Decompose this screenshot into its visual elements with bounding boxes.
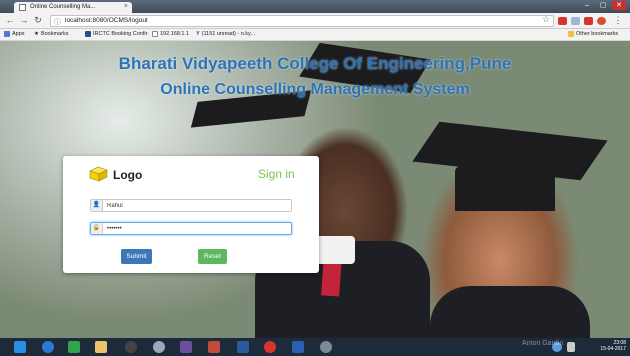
folder-icon [568, 31, 574, 37]
extension-icon[interactable] [597, 17, 606, 25]
extension-icon[interactable] [571, 17, 580, 25]
graduation-cap-image [455, 166, 555, 211]
bookmark-star-icon[interactable]: ☆ [542, 14, 550, 25]
extension-icon[interactable] [584, 17, 593, 25]
bookmark-mail[interactable]: Y (1151 unread) - n.ky... [196, 31, 255, 37]
apps-icon [4, 31, 10, 37]
word-icon[interactable] [292, 341, 304, 353]
app-icon[interactable] [237, 341, 249, 353]
page-icon [19, 4, 26, 11]
browser-tab[interactable]: Online Counselling Ma... × [14, 2, 132, 13]
bookmark-apps[interactable]: Apps [4, 31, 25, 37]
clock[interactable]: 23:08 15-04-2017 [600, 340, 626, 352]
hp-icon[interactable] [153, 341, 165, 353]
password-input[interactable] [107, 224, 287, 233]
page-icon [152, 31, 158, 37]
browser-window: Online Counselling Ma... × – ▢ ✕ ← → ↻ ⓘ… [0, 0, 630, 338]
user-icon: 👤 [91, 200, 103, 211]
forward-icon[interactable]: → [18, 15, 30, 25]
window-controls: – ▢ ✕ [580, 1, 626, 10]
page-background: Bharati Vidyapeeth College Of Engineerin… [0, 41, 630, 338]
bookmarks-bar: Apps ★ Bookmarks IRCTC Booking Confir 192… [0, 29, 630, 41]
username-input[interactable] [107, 201, 287, 210]
submit-button[interactable]: Submit [121, 249, 152, 264]
bookmark-router[interactable]: 192.168.1.1 [152, 31, 189, 37]
login-card: Logo Sign in 👤 🔒 Submit Reset [63, 156, 319, 273]
info-icon[interactable]: ⓘ [54, 17, 61, 27]
irctc-icon [85, 31, 91, 37]
star-icon: ★ [34, 31, 39, 37]
clock-date: 15-04-2017 [600, 346, 626, 352]
bookmark-other[interactable]: Other bookmarks [568, 31, 618, 37]
tab-title: Online Counselling Ma... [30, 4, 96, 10]
browser-toolbar: ← → ↻ ⓘ localhost:8080/OCMS/logout ☆ ⋮ [0, 13, 630, 29]
lock-icon: 🔒 [91, 223, 103, 234]
system-title: Online Counselling Management System [160, 81, 470, 98]
logo-label: Logo [113, 168, 143, 182]
app-icon[interactable] [180, 341, 192, 353]
internet-explorer-icon[interactable] [42, 341, 54, 353]
back-icon[interactable]: ← [4, 15, 16, 25]
file-explorer-icon[interactable] [95, 341, 107, 353]
minimize-icon[interactable]: – [580, 1, 594, 10]
menu-icon[interactable]: ⋮ [612, 15, 624, 26]
signin-heading: Sign in [258, 167, 295, 181]
bookmark-irctc[interactable]: IRCTC Booking Confir [85, 31, 147, 37]
watermark-text: Anton Gardin [522, 340, 564, 347]
college-title: Bharati Vidyapeeth College Of Engineerin… [118, 54, 512, 73]
reload-icon[interactable]: ↻ [32, 15, 44, 26]
app-icon[interactable] [320, 341, 332, 353]
chrome-icon[interactable] [264, 341, 276, 353]
maximize-icon[interactable]: ▢ [596, 1, 610, 10]
windows-start-icon[interactable] [14, 341, 26, 353]
address-bar[interactable]: ⓘ localhost:8080/OCMS/logout [50, 15, 554, 27]
bookmark-bookmarks[interactable]: ★ Bookmarks [34, 31, 68, 37]
yahoo-icon: Y [196, 31, 200, 37]
store-icon[interactable] [68, 341, 80, 353]
username-field[interactable]: 👤 [90, 199, 292, 212]
graduate-gown-image [430, 286, 590, 338]
volume-icon[interactable] [567, 342, 575, 352]
extension-icon[interactable] [558, 17, 567, 25]
app-icon[interactable] [208, 341, 220, 353]
close-window-icon[interactable]: ✕ [612, 1, 626, 10]
tab-bar: Online Counselling Ma... × – ▢ ✕ [0, 0, 630, 13]
password-field[interactable]: 🔒 [90, 222, 292, 235]
media-player-icon[interactable] [125, 341, 137, 353]
reset-button[interactable]: Reset [198, 249, 227, 264]
url-text: localhost:8080/OCMS/logout [65, 17, 148, 24]
tab-close-icon[interactable]: × [124, 3, 128, 10]
logo-cube-icon [89, 166, 108, 182]
